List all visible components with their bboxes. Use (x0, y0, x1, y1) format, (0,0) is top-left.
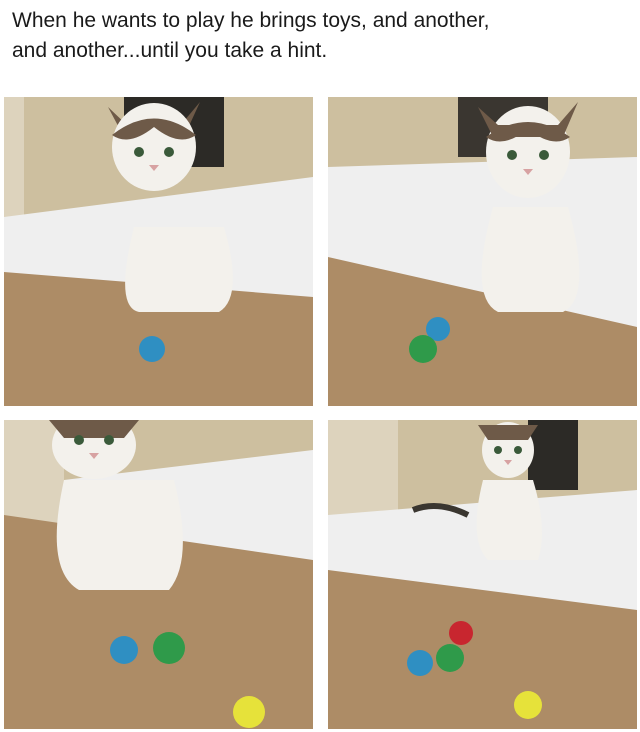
toy-ball-yellow (233, 696, 265, 728)
meme-caption: When he wants to play he brings toys, an… (12, 6, 628, 66)
photo-panel-1-illustration (4, 97, 313, 406)
toy-ball-green (436, 644, 464, 672)
photo-panel-3 (4, 420, 313, 729)
photo-panel-4 (328, 420, 637, 729)
toy-ball-green (153, 632, 185, 664)
toy-ball-blue (407, 650, 433, 676)
toy-ball-yellow (514, 691, 542, 719)
photo-panel-4-illustration (328, 420, 637, 729)
photo-panel-1 (4, 97, 313, 406)
caption-line-1: When he wants to play he brings toys, an… (12, 9, 490, 32)
cat (478, 102, 580, 312)
toy-ball-red (449, 621, 473, 645)
photo-panel-3-illustration (4, 420, 313, 729)
cat (476, 422, 542, 560)
door (328, 420, 398, 520)
caption-line-2: and another...until you take a hint. (12, 39, 328, 62)
doorway (528, 420, 578, 490)
photo-panel-2-illustration (328, 97, 637, 406)
toy-ball-green (409, 335, 437, 363)
toy-ball-blue (110, 636, 138, 664)
photo-panel-2 (328, 97, 637, 406)
toy-ball-blue (139, 336, 165, 362)
